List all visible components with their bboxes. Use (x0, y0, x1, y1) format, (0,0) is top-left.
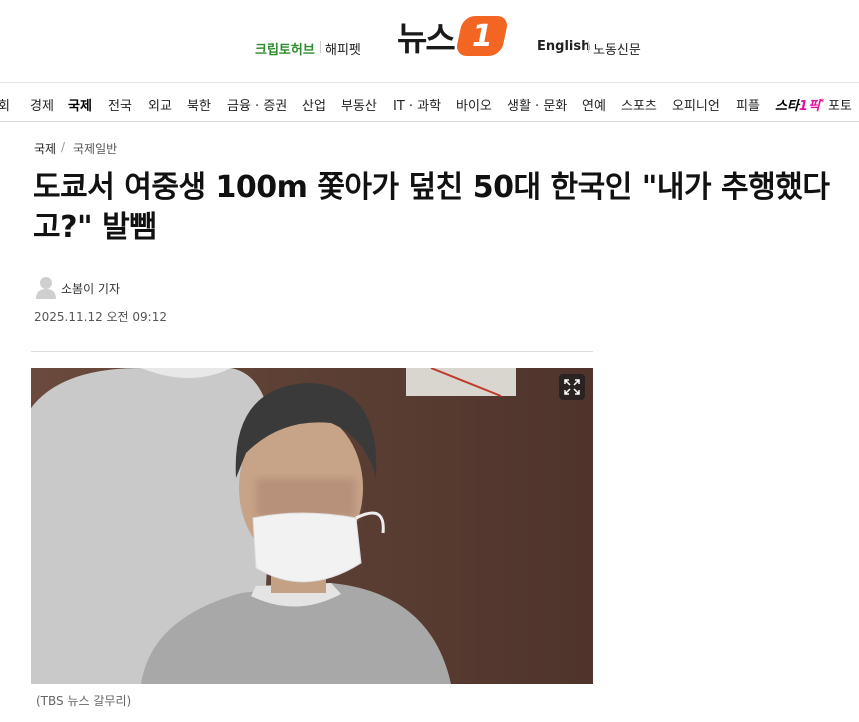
rodong-sinmun-link[interactable]: 노동신문 (593, 39, 641, 58)
logo-text: 뉴스 (397, 19, 456, 58)
star-pick-label: 1픽 (798, 99, 820, 114)
nav-item-national[interactable]: 전국 (108, 95, 132, 114)
person-silhouette-icon (35, 275, 57, 299)
nav-item-photo[interactable]: 포토 (828, 95, 852, 114)
divider (320, 41, 321, 53)
nav-item-sports[interactable]: 스포츠 (621, 95, 657, 114)
article-photo[interactable] (31, 368, 593, 684)
nav-item-society[interactable]: 회 (0, 95, 10, 114)
nav-item-bio[interactable]: 바이오 (456, 95, 492, 114)
divider (588, 41, 589, 53)
nav-item-people[interactable]: 피플 (736, 95, 760, 114)
nav-item-life-culture[interactable]: 생활 · 문화 (507, 95, 567, 114)
breadcrumb-subsection[interactable]: 국제일반 (73, 140, 117, 157)
star-mark: * (819, 97, 825, 107)
nav-item-opinion[interactable]: 오피니언 (672, 95, 720, 114)
site-header: 크립토허브 해피펫 뉴스 1 English 노동신문 (0, 0, 859, 82)
nav-item-finance[interactable]: 금융 · 증권 (227, 95, 287, 114)
publish-date: 2025.11.12 오전 09:12 (34, 310, 167, 324)
logo-badge-number: 1 (471, 18, 493, 54)
photo-caption: (TBS 뉴스 갈무리) (36, 694, 132, 708)
nav-item-industry[interactable]: 산업 (302, 95, 326, 114)
nav-item-entertainment[interactable]: 연예 (582, 95, 606, 114)
article-headline: 도쿄서 여중생 100m 쫓아가 덮친 50대 한국인 "내가 추행했다고?" … (33, 170, 830, 245)
news1-logo[interactable]: 뉴스 1 (397, 14, 509, 58)
main-nav: 회 경제 국제 전국 외교 북한 금융 · 증권 산업 부동산 IT · 과학 … (0, 82, 859, 122)
breadcrumb-section[interactable]: 국제 (34, 140, 56, 157)
reporter-name[interactable]: 소봄이 기자 (61, 280, 120, 297)
nav-item-it-science[interactable]: IT · 과학 (393, 95, 441, 114)
nav-item-real-estate[interactable]: 부동산 (341, 95, 377, 114)
expand-icon[interactable] (559, 374, 585, 400)
nav-item-economy[interactable]: 경제 (30, 95, 54, 114)
english-link[interactable]: English (537, 39, 590, 54)
logo-badge: 1 (454, 16, 509, 56)
nav-item-north-korea[interactable]: 북한 (187, 95, 211, 114)
breadcrumb-separator: / (61, 140, 66, 154)
nav-item-world[interactable]: 국제 (68, 95, 92, 114)
article-divider (31, 351, 593, 352)
cryptohub-link[interactable]: 크립토허브 (255, 39, 315, 58)
happypet-link[interactable]: 해피펫 (325, 39, 361, 58)
star-label: 스타 (775, 99, 799, 114)
nav-item-star1pick[interactable]: 스타1픽* (775, 95, 824, 114)
nav-item-diplomacy[interactable]: 외교 (148, 95, 172, 114)
